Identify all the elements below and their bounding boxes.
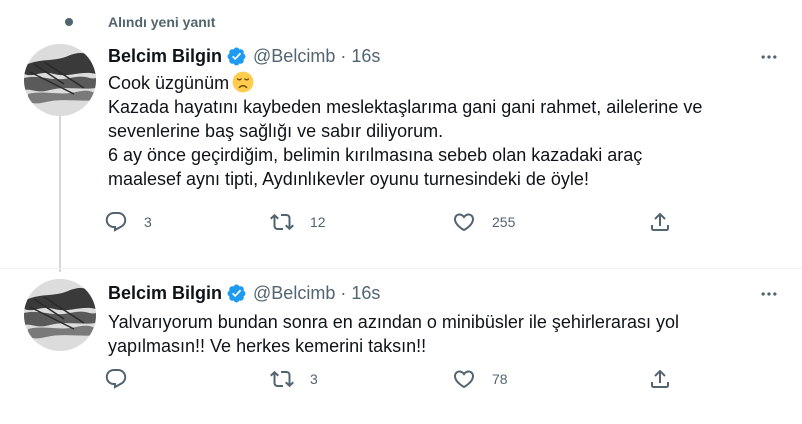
new-reply-dot-icon xyxy=(65,18,73,26)
tweet-text: Yalvarıyorum bundan sonra en azından o m… xyxy=(108,310,788,358)
retweet-count: 12 xyxy=(310,214,326,230)
avatar[interactable] xyxy=(24,279,96,351)
like-button[interactable]: 255 xyxy=(452,210,515,234)
like-count: 78 xyxy=(492,371,508,387)
reply-icon xyxy=(105,212,127,232)
reply-icon xyxy=(105,369,127,389)
share-button[interactable] xyxy=(648,367,672,391)
social-context-text: Alındı yeni yanıt xyxy=(108,14,216,30)
share-icon xyxy=(651,369,669,388)
disappointed-face-icon xyxy=(232,71,254,93)
share-button[interactable] xyxy=(648,210,672,234)
tweet-timestamp[interactable]: 16s xyxy=(351,44,380,68)
like-button[interactable]: 78 xyxy=(452,367,508,391)
retweet-count: 3 xyxy=(310,371,318,387)
tweet-timestamp[interactable]: 16s xyxy=(351,281,380,305)
tweet-text-line: Kazada hayatını kaybeden meslektaşlarıma… xyxy=(108,97,703,117)
reply-count: 3 xyxy=(144,214,152,230)
more-icon[interactable] xyxy=(758,283,780,305)
avatar-image xyxy=(24,44,96,116)
tweet-header: Belcim Bilgin @Belcimb · 16s xyxy=(108,44,380,68)
retweet-icon xyxy=(270,370,294,388)
like-count: 255 xyxy=(492,214,516,230)
reply-button[interactable] xyxy=(104,367,144,391)
verified-badge-icon xyxy=(227,284,246,302)
author-handle[interactable]: @Belcimb xyxy=(253,44,335,68)
retweet-button[interactable]: 3 xyxy=(270,367,318,391)
tweet[interactable]: Belcim Bilgin @Belcimb · 16s Cook üzgünü… xyxy=(0,36,802,268)
tweet-text-line: yapılmasın!! Ve herkes kemerini taksın!! xyxy=(108,336,427,356)
retweet-button[interactable]: 12 xyxy=(270,210,326,234)
avatar-image xyxy=(24,279,96,351)
author-name[interactable]: Belcim Bilgin xyxy=(108,44,222,68)
heart-icon xyxy=(453,370,475,389)
retweet-icon xyxy=(270,213,294,231)
tweet-text-line: maalesef aynı tipti, Aydınlıkevler oyunu… xyxy=(108,169,589,189)
more-icon[interactable] xyxy=(758,46,780,68)
avatar[interactable] xyxy=(24,44,96,116)
verified-badge-icon xyxy=(227,47,246,65)
tweet-text: Cook üzgünüm Kazada hayatını kaybeden me… xyxy=(108,71,788,191)
tweet-text-line: 6 ay önce geçirdiğim, belimin kırılmasın… xyxy=(108,145,643,165)
reply-button[interactable]: 3 xyxy=(104,210,152,234)
tweet-text-line: Yalvarıyorum bundan sonra en azından o m… xyxy=(108,312,679,332)
header-separator: · xyxy=(340,283,347,303)
tweet-text-line: Cook üzgünüm xyxy=(108,71,788,95)
tweet[interactable]: Belcim Bilgin @Belcimb · 16s Yalvarıyoru… xyxy=(0,268,802,424)
header-separator: · xyxy=(340,46,347,66)
share-icon xyxy=(651,212,669,231)
tweet-text-line: sevenlerine baş sağlığı ve sabır diliyor… xyxy=(108,121,444,141)
heart-icon xyxy=(453,213,475,232)
social-context: Alındı yeni yanıt xyxy=(65,14,216,30)
author-handle[interactable]: @Belcimb xyxy=(253,281,335,305)
author-name[interactable]: Belcim Bilgin xyxy=(108,281,222,305)
tweet-header: Belcim Bilgin @Belcimb · 16s xyxy=(108,281,380,305)
